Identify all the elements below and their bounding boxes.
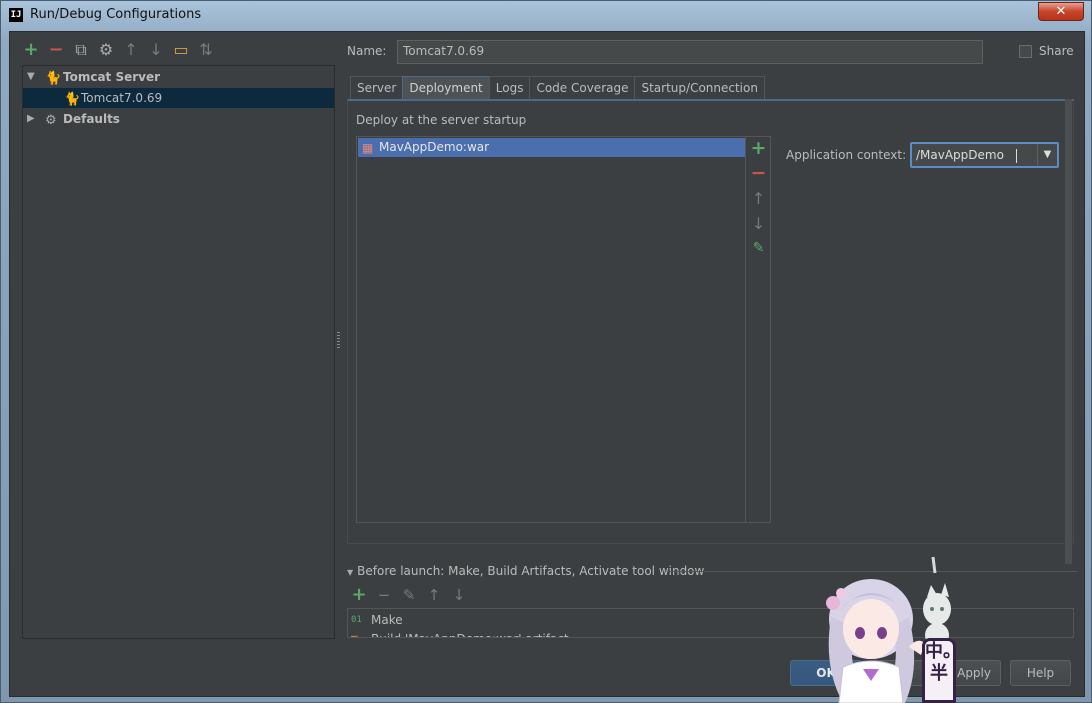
artifact-icon: ▦: [362, 141, 374, 155]
close-button[interactable]: ✕: [1038, 2, 1084, 21]
tree-item-tomcat-server[interactable]: ▼ 🐈 Tomcat Server: [23, 67, 334, 87]
wrench-icon: ⚙: [45, 113, 57, 128]
tab-code-coverage[interactable]: Code Coverage: [529, 76, 636, 99]
tab-deployment[interactable]: Deployment: [402, 76, 490, 100]
move-down-icon[interactable]: ↓: [147, 40, 165, 60]
application-context-label: Application context:: [786, 148, 907, 162]
copy-icon[interactable]: ⧉: [72, 40, 90, 60]
scrollbar[interactable]: [1065, 99, 1072, 564]
text-caret: [1016, 149, 1017, 163]
remove-artifact-icon[interactable]: −: [746, 164, 771, 183]
remove-icon[interactable]: −: [375, 585, 393, 605]
folder-icon[interactable]: ▭: [172, 40, 190, 60]
artifact-label: MavAppDemo:war: [379, 140, 490, 154]
splitter-handle[interactable]: [337, 332, 340, 348]
before-launch-item-label: Make: [371, 613, 403, 627]
tab-server[interactable]: Server: [350, 76, 404, 99]
edit-defaults-icon[interactable]: ⚙: [97, 40, 115, 60]
configurations-toolbar: + − ⧉ ⚙ ↑ ↓ ▭ ⇅: [22, 40, 215, 62]
list-item[interactable]: ▦ MavAppDemo:war: [358, 138, 745, 157]
artifact-icon: ▦: [351, 630, 358, 637]
config-tabs: Server Deployment Logs Code Coverage Sta…: [350, 76, 765, 100]
add-artifact-icon[interactable]: +: [746, 139, 771, 158]
expand-arrow-icon[interactable]: ▼: [27, 67, 35, 87]
collapse-arrow-icon: ▼: [347, 568, 354, 577]
before-launch-header[interactable]: ▼ Before launch: Make, Build Artifacts, A…: [347, 564, 1077, 578]
tree-item-label: Defaults: [63, 112, 120, 126]
artifact-list-toolbar: + − ↑ ↓ ✎: [745, 137, 771, 522]
collapse-arrow-icon[interactable]: ▶: [27, 109, 35, 129]
application-context-value: /MavAppDemo: [916, 148, 1004, 162]
tab-logs[interactable]: Logs: [488, 76, 531, 99]
move-down-icon[interactable]: ↓: [450, 585, 468, 605]
tab-startup-connection[interactable]: Startup/Connection: [634, 76, 765, 99]
app-icon: IJ: [9, 8, 23, 22]
deploy-section-label: Deploy at the server startup: [356, 113, 527, 127]
add-icon[interactable]: +: [22, 40, 40, 60]
tomcat-icon: 🐈: [64, 92, 81, 107]
edit-icon[interactable]: ✎: [400, 585, 418, 605]
add-icon[interactable]: +: [350, 585, 368, 605]
sort-icon[interactable]: ⇅: [197, 40, 215, 60]
move-up-icon[interactable]: ↑: [425, 585, 443, 605]
name-label: Name:: [347, 44, 387, 58]
tree-item-defaults[interactable]: ▶ ⚙ Defaults: [23, 109, 334, 129]
move-up-icon[interactable]: ↑: [746, 190, 771, 208]
move-down-icon[interactable]: ↓: [746, 215, 771, 233]
application-context-combo[interactable]: /MavAppDemo ▼: [910, 142, 1059, 168]
before-launch-toolbar: + − ✎ ↑ ↓: [350, 585, 468, 605]
tree-item-label: Tomcat7.0.69: [81, 91, 163, 105]
remove-icon[interactable]: −: [47, 40, 65, 60]
before-launch-label: Before launch: Make, Build Artifacts, Ac…: [357, 564, 705, 578]
configurations-tree: ▼ 🐈 Tomcat Server 🐈 Tomcat7.0.69 ▶ ⚙ Def…: [22, 65, 335, 639]
tomcat-icon: 🐈: [45, 71, 62, 86]
window-title: Run/Debug Configurations: [30, 7, 202, 22]
title-bar: IJ Run/Debug Configurations ✕: [1, 1, 1091, 29]
tree-item-tomcat-config[interactable]: 🐈 Tomcat7.0.69: [23, 88, 334, 108]
share-label: Share: [1039, 44, 1074, 58]
tree-item-label: Tomcat Server: [63, 70, 161, 84]
name-field[interactable]: Tomcat7.0.69: [397, 40, 983, 64]
make-icon: 01: [351, 615, 362, 625]
share-checkbox[interactable]: [1019, 45, 1032, 58]
mascot-sticker: 中。半: [922, 638, 961, 703]
edit-icon[interactable]: ✎: [746, 239, 771, 257]
artifact-list: ▦ MavAppDemo:war + − ↑ ↓ ✎: [356, 136, 771, 523]
before-launch-item-label: Build 'MavAppDemo:war' artifact: [371, 630, 569, 637]
help-button[interactable]: Help: [1010, 660, 1071, 686]
move-up-icon[interactable]: ↑: [122, 40, 140, 60]
chevron-down-icon[interactable]: ▼: [1037, 144, 1057, 166]
